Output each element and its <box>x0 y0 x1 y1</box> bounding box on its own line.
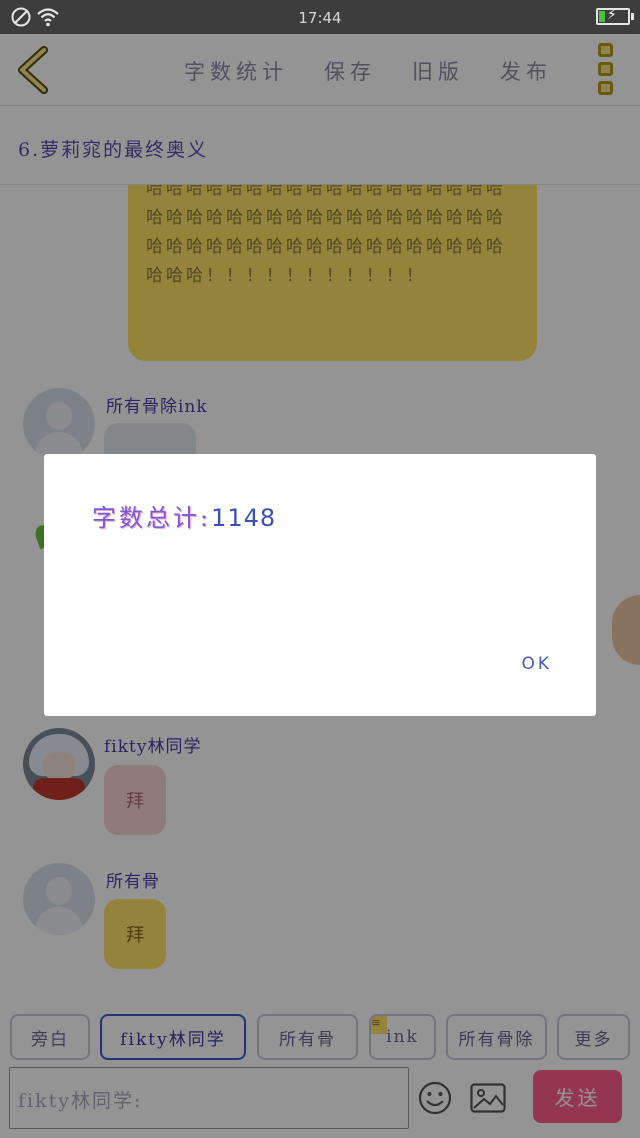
word-count-value: 1148 <box>211 504 277 532</box>
dialog-label: 字数总计: <box>92 504 212 532</box>
dialog-message: 字数总计:1148 <box>92 498 276 533</box>
clock: 17:44 <box>298 9 342 27</box>
status-bar: 17:44 ⚡ <box>0 0 640 34</box>
battery-charging-icon: ⚡ <box>596 7 634 25</box>
ok-button[interactable]: OK <box>521 654 552 674</box>
word-count-dialog: 字数总计:1148 OK <box>44 454 596 716</box>
